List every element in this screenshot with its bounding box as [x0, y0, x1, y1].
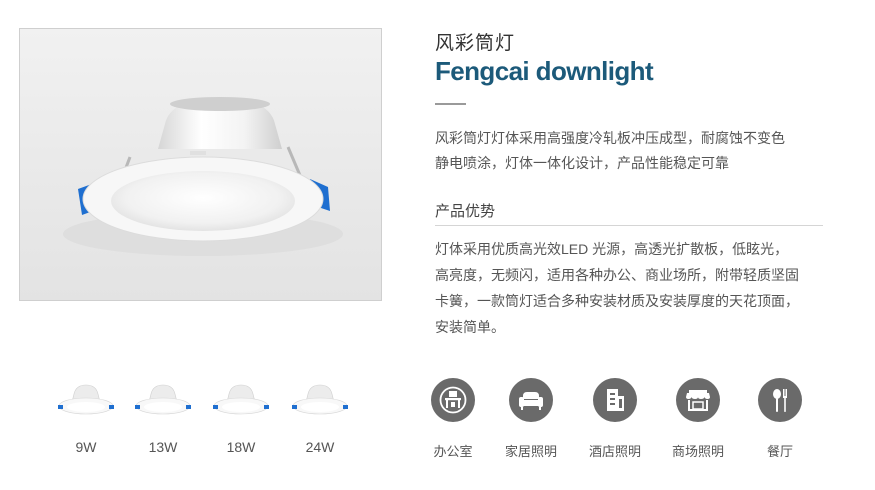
downlight-thumbnail-icon	[292, 384, 348, 415]
description-line: 风彩筒灯灯体采用高强度冷轧板冲压成型，耐腐蚀不变色	[435, 130, 785, 146]
variant-9w[interactable]: 9W	[51, 380, 121, 460]
application-label: 商场照明	[671, 444, 724, 459]
variant-24w[interactable]: 24W	[285, 380, 355, 460]
advantages-line: 灯体采用优质高光效LED 光源，高透光扩散板，低眩光，	[435, 241, 789, 257]
sofa-icon	[509, 378, 553, 422]
downlight-thumbnail-icon	[213, 384, 269, 415]
storefront-icon	[676, 378, 720, 422]
advantages-divider	[435, 225, 823, 226]
product-title-cn: 风彩筒灯	[435, 33, 516, 54]
product-main-image	[19, 28, 382, 301]
advantages-heading: 产品优势	[435, 203, 496, 220]
hotel-building-icon	[593, 378, 637, 422]
advantages-text: 灯体采用优质高光效LED 光源，高透光扩散板，低眩光， 高亮度，无频闪，适用各种…	[435, 236, 823, 340]
advantages-line: 高亮度，无频闪，适用各种办公、商业场所，附带轻质坚固	[435, 267, 799, 283]
downlight-illustration	[63, 97, 343, 256]
office-desk-icon	[431, 378, 475, 422]
product-description: 风彩筒灯灯体采用高强度冷轧板冲压成型，耐腐蚀不变色 静电喷涂，灯体一体化设计，产…	[435, 126, 815, 176]
variant-label: 24W	[305, 439, 335, 455]
variant-label: 18W	[226, 439, 256, 455]
application-restaurant: 餐厅	[738, 378, 822, 460]
application-office: 办公室	[411, 378, 495, 460]
variant-label: 9W	[75, 439, 97, 455]
downlight-thumbnail-icon	[58, 384, 114, 415]
dining-spoon-icon	[758, 378, 802, 422]
product-title-en: Fengcai downlight	[435, 56, 654, 86]
variant-label: 13W	[148, 439, 178, 455]
application-label: 酒店照明	[588, 444, 641, 459]
application-label: 办公室	[433, 444, 473, 459]
application-hotel: 酒店照明	[573, 378, 657, 460]
advantages-line: 安装简单。	[435, 319, 505, 335]
title-divider	[435, 103, 466, 105]
variant-18w[interactable]: 18W	[206, 380, 276, 460]
advantages-line: 卡簧，一款筒灯适合多种安装材质及安装厚度的天花顶面，	[435, 293, 799, 309]
application-label: 家居照明	[504, 444, 557, 459]
variant-13w[interactable]: 13W	[128, 380, 198, 460]
description-line: 静电喷涂，灯体一体化设计，产品性能稳定可靠	[435, 155, 729, 171]
application-label: 餐厅	[766, 444, 793, 459]
application-mall: 商场照明	[656, 378, 740, 460]
downlight-thumbnail-icon	[135, 384, 191, 415]
application-home: 家居照明	[489, 378, 573, 460]
